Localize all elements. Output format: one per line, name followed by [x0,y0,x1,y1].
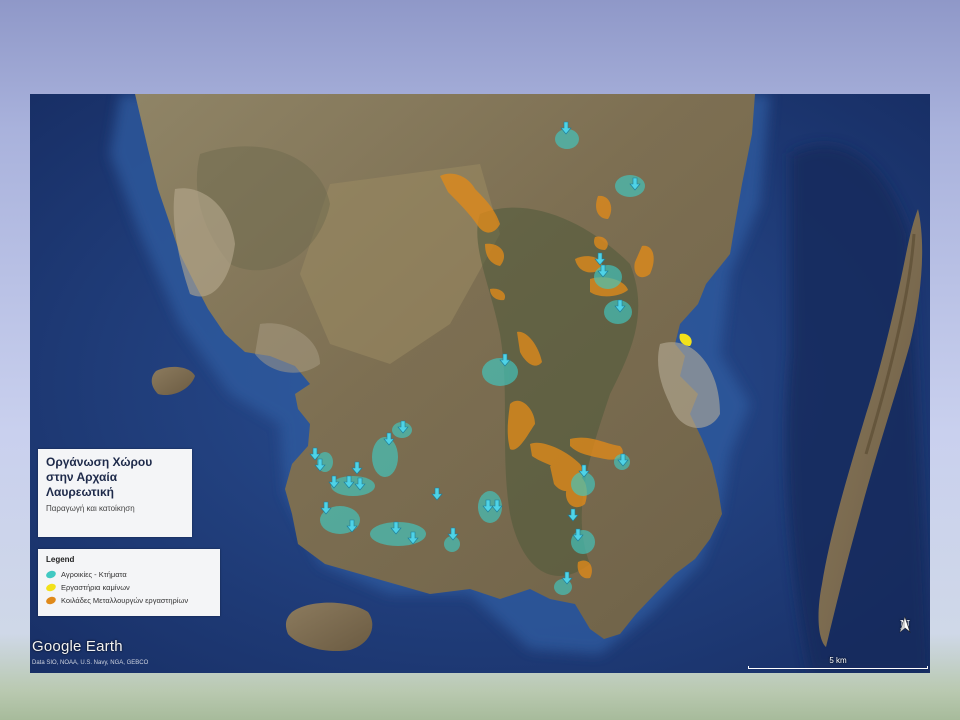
scale-bar-line [748,666,928,669]
legend-item-valleys: Κοιλάδες Μεταλλουργών εργαστηρίων [45,594,212,607]
map-title: Οργάνωση Χώρου στην Αρχαία Λαυρεωτική [46,455,153,499]
legend: Legend Αγροικίες - Κτήματα Εργαστήρια κα… [38,549,220,616]
legend-item-label: Αγροικίες - Κτήματα [61,570,127,579]
legend-item-label: Κοιλάδες Μεταλλουργών εργαστηρίων [61,596,189,605]
scale-label: 5 km [829,656,847,665]
furnace-swatch-icon [45,582,57,593]
north-arrow-icon [899,616,911,633]
google-earth-logo: Google Earth [32,638,123,655]
legend-item-farmsteads: Αγροικίες - Κτήματα [45,568,212,581]
legend-item-label: Εργαστήρια καμίνων [61,583,130,592]
valley-swatch-icon [45,595,57,606]
farmstead-swatch-icon [45,569,57,580]
satellite-map[interactable]: Οργάνωση Χώρου στην Αρχαία Λαυρεωτική Πα… [30,94,930,673]
legend-title: Legend [46,555,75,564]
north-arrow: N [894,616,916,656]
legend-item-furnaces: Εργαστήρια καμίνων [45,581,212,594]
imagery-credit: Data SIO, NOAA, U.S. Navy, NGA, GEBCO [32,660,149,666]
map-subtitle: Παραγωγή και κατοίκηση [46,504,135,513]
scale-bar: 5 km [746,656,930,669]
map-title-box: Οργάνωση Χώρου στην Αρχαία Λαυρεωτική Πα… [38,449,192,537]
